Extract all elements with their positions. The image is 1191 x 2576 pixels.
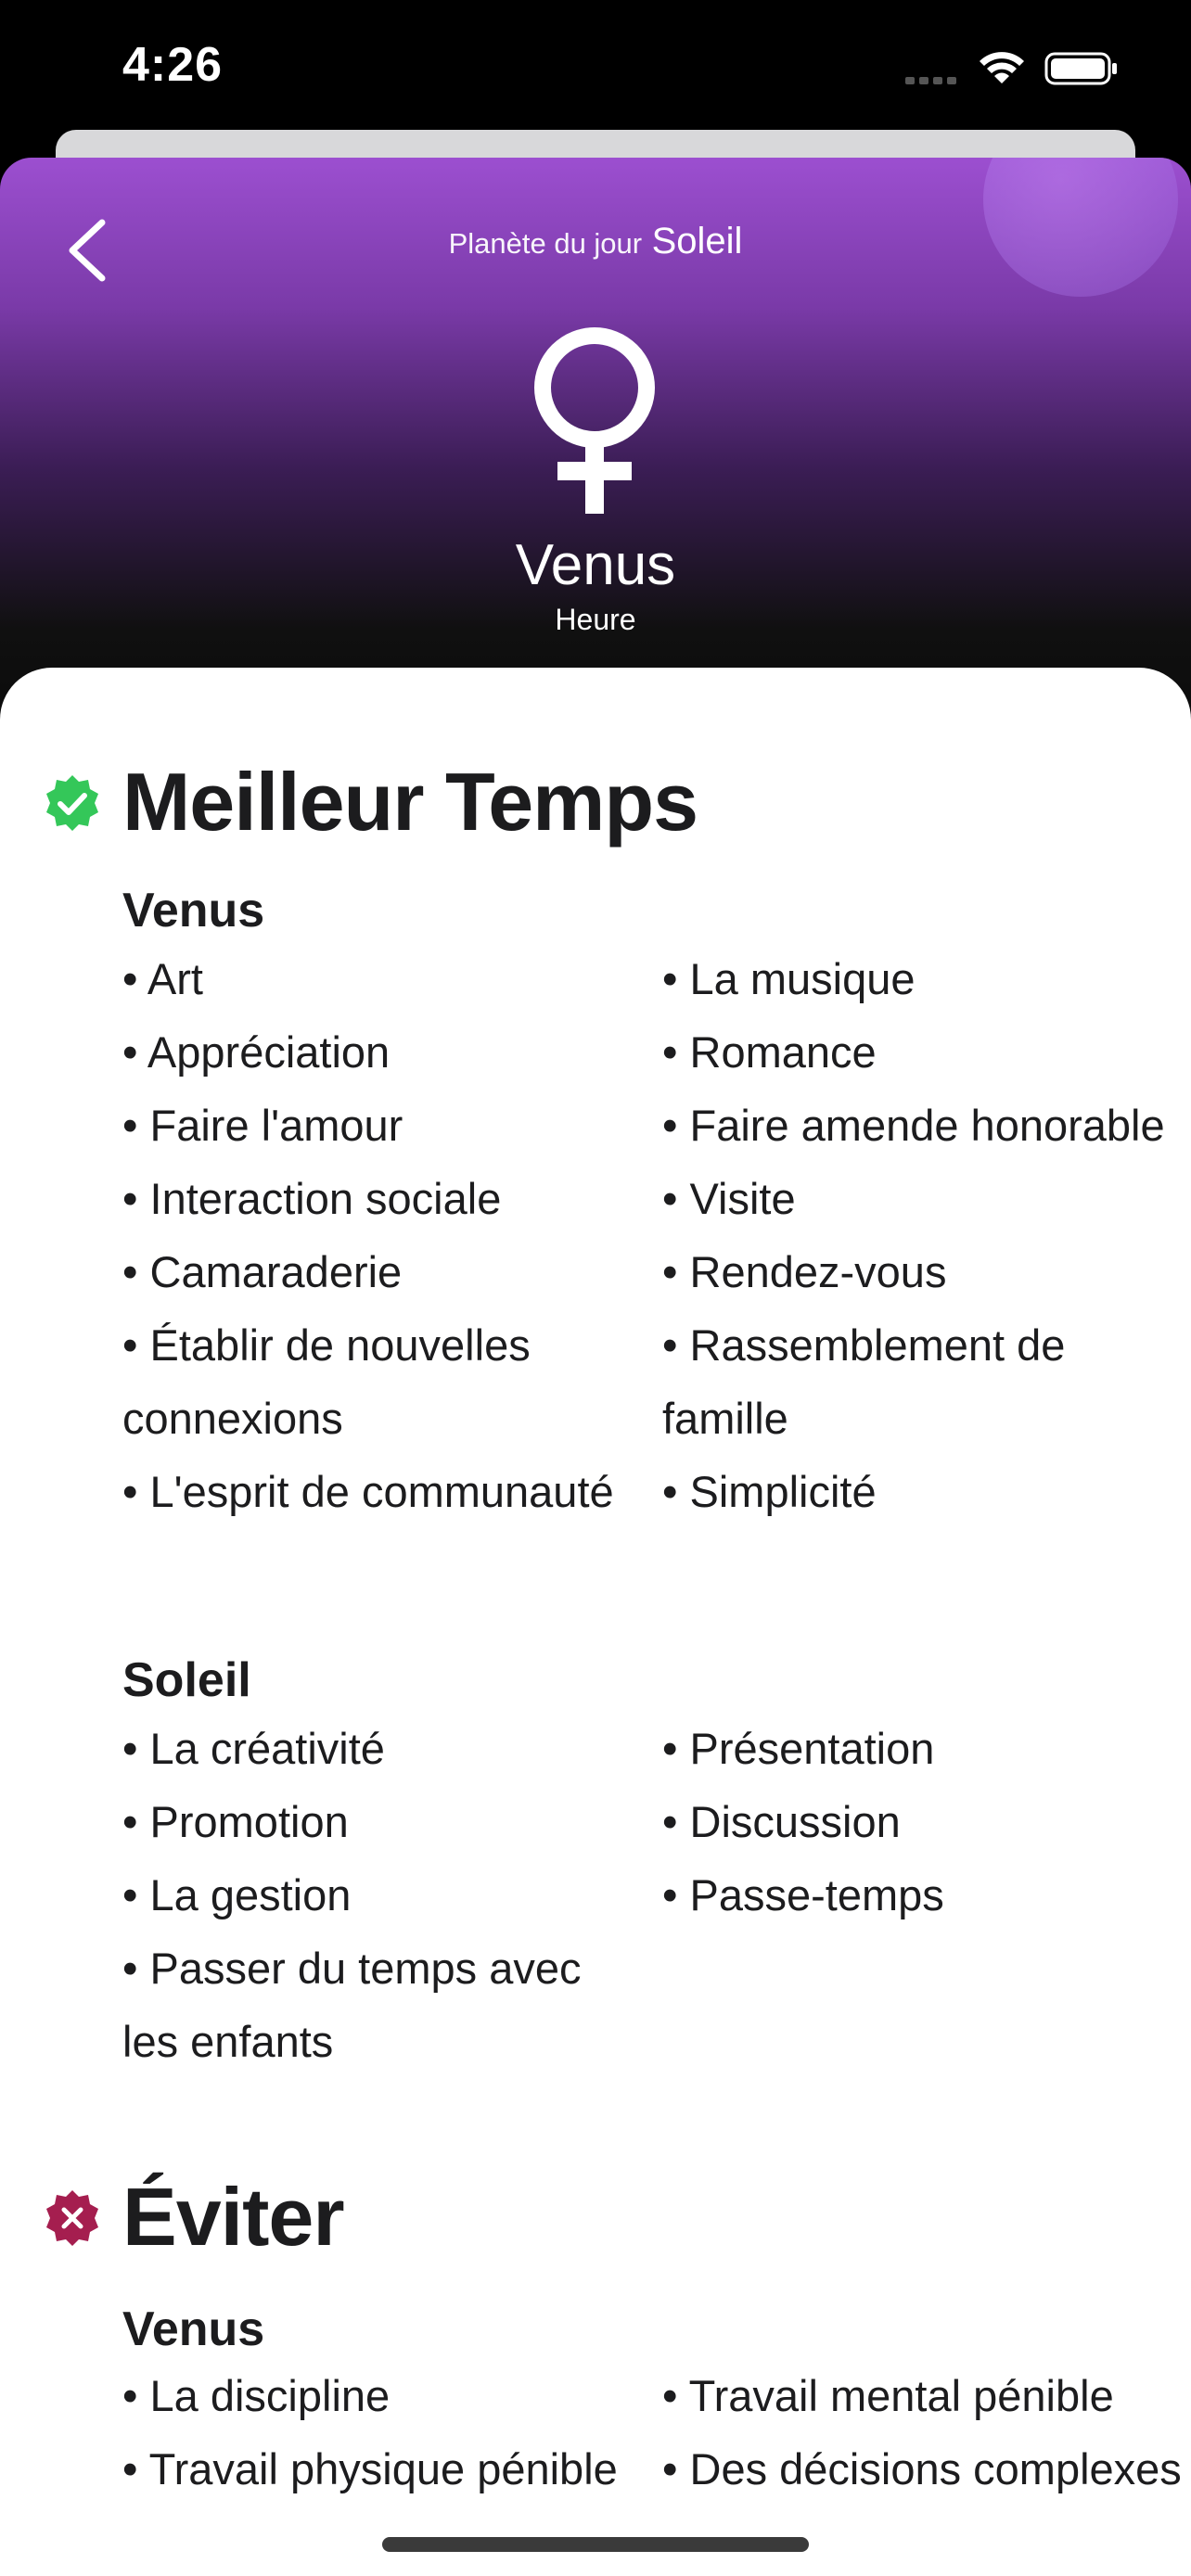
avoid-title: Éviter bbox=[122, 2171, 345, 2263]
list-item: • Discussion bbox=[662, 1797, 901, 1846]
list-item: • L'esprit de communauté bbox=[122, 1467, 614, 1516]
content-card: Meilleur Temps Venus • Art • Appréciatio… bbox=[0, 668, 1191, 2576]
planet-name: Venus bbox=[515, 533, 676, 597]
list-item: • Passer du temps avec les enfants bbox=[122, 1944, 582, 2066]
list-item: • Romance bbox=[662, 1027, 877, 1077]
list-item: • Établir de nouvelles connexions bbox=[122, 1320, 531, 1443]
day-planet-label: Planète du jour bbox=[448, 227, 643, 260]
list-item: • La créativité bbox=[122, 1724, 385, 1773]
list-item: • Travail mental pénible bbox=[662, 2371, 1114, 2420]
list-item: • Interaction sociale bbox=[122, 1174, 502, 1223]
list-item: • Présentation bbox=[662, 1724, 935, 1773]
status-bar: 4:26 bbox=[0, 0, 1191, 139]
day-planet-value: Soleil bbox=[651, 221, 743, 261]
check-badge-icon bbox=[46, 775, 98, 831]
best-time-title: Meilleur Temps bbox=[122, 756, 698, 848]
list-item: • La discipline bbox=[122, 2371, 391, 2420]
list-item: • La gestion bbox=[122, 1870, 352, 1919]
best-venus-left-list: • Art • Appréciation • Faire l'amour • I… bbox=[122, 942, 642, 1528]
list-item: • Camaraderie bbox=[122, 1247, 403, 1296]
best-time-header: Meilleur Temps bbox=[0, 755, 1191, 857]
venus-symbol-icon bbox=[534, 327, 655, 514]
list-item: • Passe-temps bbox=[662, 1870, 944, 1919]
list-item: • Faire l'amour bbox=[122, 1101, 403, 1150]
list-item: • Visite bbox=[662, 1174, 796, 1223]
day-planet-line: Planète du jour Soleil bbox=[0, 221, 1191, 262]
best-venus-title: Venus bbox=[122, 884, 265, 937]
best-soleil-title: Soleil bbox=[122, 1653, 251, 1707]
wifi-icon bbox=[980, 52, 1024, 83]
cellular-signal-icon bbox=[905, 72, 961, 89]
planet-header: Planète du jour Soleil Venus Heure bbox=[0, 158, 1191, 733]
list-item: • Art bbox=[122, 954, 203, 1003]
planet-hour-label: Heure bbox=[555, 603, 636, 636]
list-item: • Des décisions complexes bbox=[662, 2444, 1182, 2493]
best-venus-right-list: • La musique • Romance • Faire amende ho… bbox=[662, 942, 1191, 1528]
list-item: • Promotion bbox=[122, 1797, 349, 1846]
list-item: • Simplicité bbox=[662, 1467, 877, 1516]
x-badge-icon bbox=[46, 2190, 98, 2246]
status-time: 4:26 bbox=[122, 38, 224, 92]
battery-icon bbox=[1044, 52, 1117, 85]
best-soleil-left-list: • La créativité • Promotion • La gestion… bbox=[122, 1712, 642, 2078]
avoid-header: Éviter bbox=[0, 2170, 1191, 2272]
avoid-venus-right-list: • Travail mental pénible • Des décisions… bbox=[662, 2359, 1191, 2506]
list-item: • Travail physique pénible bbox=[122, 2444, 618, 2493]
avoid-venus-title: Venus bbox=[122, 2302, 265, 2356]
home-indicator[interactable] bbox=[382, 2537, 809, 2552]
list-item: • Rendez-vous bbox=[662, 1247, 947, 1296]
best-soleil-right-list: • Présentation • Discussion • Passe-temp… bbox=[662, 1712, 1191, 1932]
list-item: • Faire amende honorable bbox=[662, 1101, 1165, 1150]
list-item: • Rassemblement de famille bbox=[662, 1320, 1066, 1443]
avoid-venus-left-list: • La discipline • Travail physique pénib… bbox=[122, 2359, 642, 2506]
list-item: • La musique bbox=[662, 954, 916, 1003]
list-item: • Appréciation bbox=[122, 1027, 391, 1077]
